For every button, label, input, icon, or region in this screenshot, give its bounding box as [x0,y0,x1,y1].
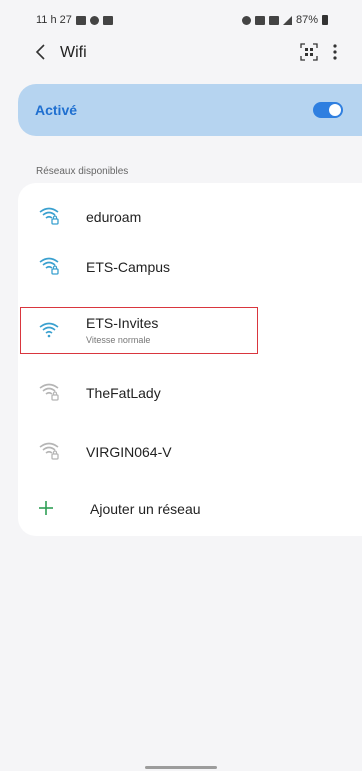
selection-highlight [20,307,258,354]
page-title: Wifi [60,44,87,61]
add-network-label: Ajouter un réseau [90,501,201,517]
network-row-thefatlady[interactable]: TheFatLady [18,366,362,416]
toggle-knob [329,104,341,116]
app-bar: Wifi [0,38,362,68]
status-bar: 11 h 27 87% [0,0,362,36]
lte-icon [268,15,279,25]
wifi-lock-icon [39,383,59,401]
alarm-icon [241,15,251,25]
status-right: 87% [241,14,328,26]
wifi-toggle-label: Activé [35,102,78,118]
mute-icon [254,15,265,25]
battery-icon [322,15,328,25]
wifi-lock-icon [39,257,59,275]
gallery-notification-icon [75,15,86,25]
network-row-virgin064-v[interactable]: VIRGIN064-V [18,425,362,475]
network-row-ets-campus[interactable]: ETS-Campus [18,240,362,290]
add-network-button[interactable]: Ajouter un réseau [18,483,362,533]
network-name: VIRGIN064-V [86,444,172,460]
wifi-toggle-switch[interactable] [313,102,343,118]
plus-icon [39,501,53,515]
network-row-eduroam[interactable]: eduroam [18,190,362,240]
wifi-lock-icon [39,207,59,225]
home-indicator[interactable] [145,766,217,769]
qr-scan-icon [300,43,318,61]
teams-notification-icon [102,15,113,25]
network-name: TheFatLady [86,385,161,401]
network-name: eduroam [86,209,142,225]
status-time: 11 h 27 [36,14,72,26]
network-name: ETS-Campus [86,259,171,275]
back-arrow-icon [35,44,45,60]
signal-icon [282,15,292,25]
available-networks-title: Réseaux disponibles [36,166,129,177]
back-button[interactable] [30,40,54,64]
more-options-icon [333,44,337,60]
wifi-lock-icon [39,442,59,460]
network-list: eduroam ETS-Campus ETS-Invites Vitesse n… [18,183,362,536]
wifi-toggle-card[interactable]: Activé [18,84,362,136]
more-options-button[interactable] [326,41,344,63]
status-left: 11 h 27 [36,14,113,26]
qr-scan-button[interactable] [298,41,320,63]
wifi-status-icon [89,15,99,25]
battery-percent: 87% [295,14,318,26]
